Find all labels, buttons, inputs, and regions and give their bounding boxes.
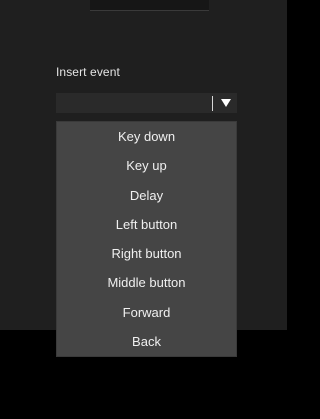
dropdown-item-forward[interactable]: Forward xyxy=(57,298,236,327)
dropdown-item-key-up[interactable]: Key up xyxy=(57,151,236,180)
dropdown-item-back[interactable]: Back xyxy=(57,327,236,356)
insert-event-dropdown-list: Key down Key up Delay Left button Right … xyxy=(56,121,237,357)
dropdown-item-middle-button[interactable]: Middle button xyxy=(57,268,236,297)
insert-event-combobox[interactable] xyxy=(56,93,237,113)
top-tab[interactable] xyxy=(90,0,209,11)
triangle-down-icon[interactable] xyxy=(218,94,234,112)
combobox-separator xyxy=(212,96,213,111)
insert-event-label: Insert event xyxy=(56,65,120,79)
dropdown-item-key-down[interactable]: Key down xyxy=(57,122,236,151)
dropdown-item-right-button[interactable]: Right button xyxy=(57,239,236,268)
dropdown-item-delay[interactable]: Delay xyxy=(57,181,236,210)
dropdown-item-left-button[interactable]: Left button xyxy=(57,210,236,239)
